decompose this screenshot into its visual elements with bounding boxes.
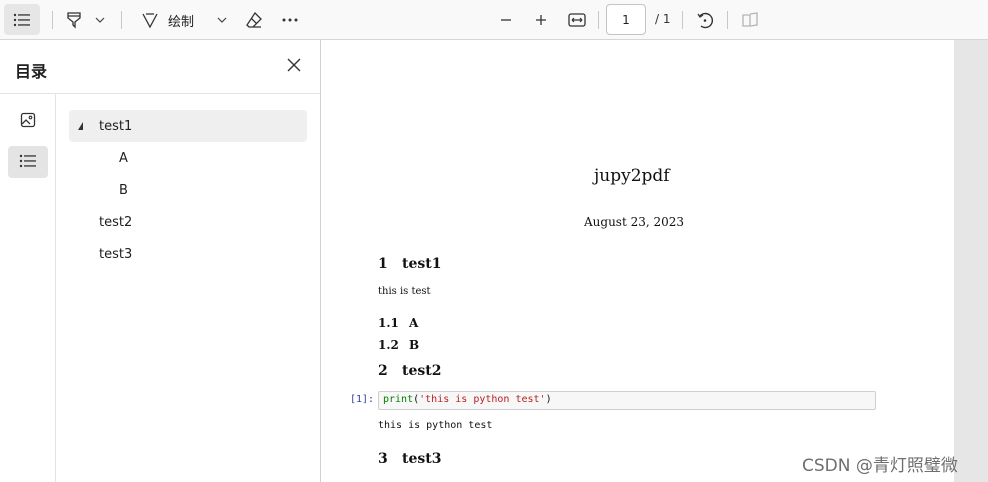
subsection-heading: 1.2 B [378,338,419,352]
chevron-down-icon [217,17,227,23]
fit-width-icon [568,13,586,27]
minus-icon [499,13,513,27]
document-title: jupy2pdf [594,166,670,186]
thumbnails-view-button[interactable] [8,106,48,138]
subsection-number: 1.1 [378,316,399,330]
panel-title: 目录 [15,62,48,81]
watermark: CSDN @青灯照璧微 [802,456,958,476]
section-number: 3 [378,451,388,467]
section-number: 1 [378,256,388,272]
toolbar-divider [727,11,728,29]
close-panel-button[interactable] [283,56,305,78]
page-number-input[interactable]: 1 [606,4,646,35]
highlight-dropdown[interactable] [93,12,107,28]
fit-to-width-button[interactable] [565,9,589,31]
page-total: / 1 [655,12,671,26]
list-icon [19,153,37,172]
toc-item-test2[interactable]: test2 [69,206,307,238]
pen-icon [141,11,159,29]
list-icon [13,13,31,27]
outline-view-button[interactable] [8,146,48,178]
zoom-out-button[interactable] [494,9,518,31]
eraser-icon [245,11,263,29]
toc-item-b[interactable]: B [69,174,307,206]
cell-output: this is python test [378,420,493,431]
zoom-in-button[interactable] [529,9,553,31]
section-body: this is test [378,286,431,297]
more-options-button[interactable] [278,9,302,31]
section-title: test3 [402,451,442,467]
cell-input-prompt: [1]: [350,394,375,405]
toc-item-label: test3 [99,246,133,262]
toc-item-label: test2 [99,214,133,230]
toc-item-label: A [119,150,128,166]
draw-label[interactable]: 绘制 [168,11,194,30]
section-number: 2 [378,363,388,379]
code-string: 'this is python test' [419,394,546,405]
draw-dropdown[interactable] [215,12,229,28]
plus-icon [534,13,548,27]
close-icon [286,57,302,77]
draw-button[interactable] [138,9,162,31]
toolbar-divider [682,11,683,29]
panel-rail [0,94,56,482]
two-page-view-button[interactable] [738,9,762,31]
chevron-down-icon [95,17,105,23]
toc-item-test3[interactable]: test3 [69,238,307,270]
book-icon [741,12,759,28]
highlighter-icon [66,11,82,29]
toolbar-divider [598,11,599,29]
image-icon [20,112,36,132]
code-cell: print('this is python test') [378,391,876,410]
expand-caret-icon[interactable] [78,122,83,130]
section-title: test1 [402,256,442,272]
subsection-title: B [409,338,420,352]
document-date: August 23, 2023 [584,215,685,229]
ellipsis-icon [282,18,298,22]
toolbar-divider [121,11,122,29]
toc-toggle-button[interactable] [4,4,40,35]
highlight-button[interactable] [62,9,86,31]
toolbar-divider [52,11,53,29]
toc-item-a[interactable]: A [69,142,307,174]
code-paren-close: ) [545,394,552,405]
code-function: print [383,394,414,405]
rotate-icon [696,11,714,29]
subsection-number: 1.2 [378,338,399,352]
eraser-button[interactable] [242,9,266,31]
toc-item-label: B [119,182,128,198]
toolbar: 绘制 1 / 1 [0,0,988,40]
section-title: test2 [402,363,442,379]
toc-item-label: test1 [99,118,133,134]
toc-item-test1[interactable]: test1 [69,110,307,142]
section-heading: 1 test1 [378,256,441,272]
section-heading: 3 test3 [378,451,441,467]
subsection-title: A [409,316,419,330]
section-heading: 2 test2 [378,363,441,379]
subsection-heading: 1.1 A [378,316,418,330]
rotate-button[interactable] [693,9,717,31]
